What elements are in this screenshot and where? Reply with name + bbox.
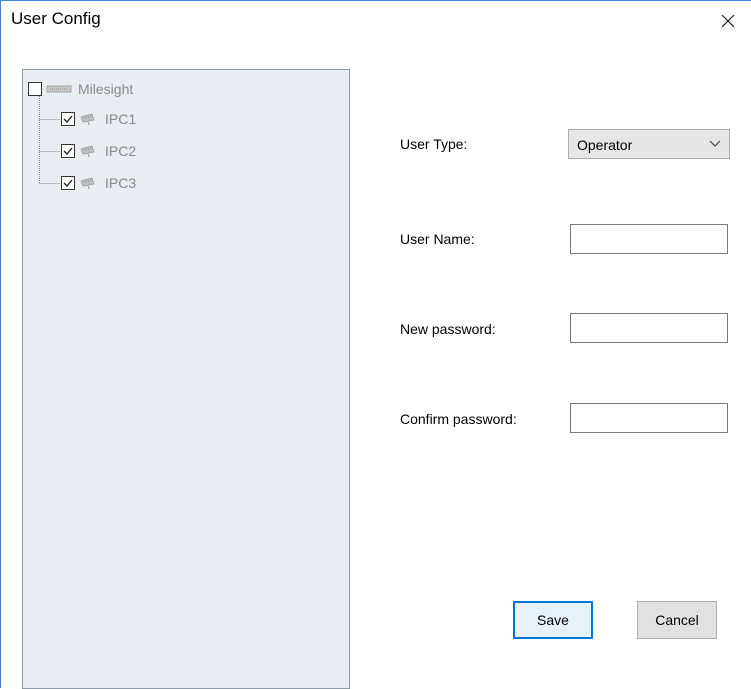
camera-icon <box>80 145 95 158</box>
tree-ipc2-label: IPC2 <box>105 143 137 159</box>
camera-icon <box>80 113 95 126</box>
tree-node-ipc3[interactable]: IPC3 <box>61 172 136 194</box>
user-type-select[interactable]: Operator <box>568 129 730 159</box>
tree-ipc3-label: IPC3 <box>105 175 137 191</box>
title-bar[interactable]: User Config <box>1 1 751 41</box>
checkmark-icon <box>63 147 73 155</box>
tree-node-ipc1[interactable]: IPC1 <box>61 108 136 130</box>
tree-node-ipc2[interactable]: IPC2 <box>61 140 136 162</box>
device-group-icon <box>46 85 72 93</box>
user-name-label: User Name: <box>400 231 475 247</box>
save-button[interactable]: Save <box>513 601 593 639</box>
tree-ipc3-checkbox[interactable] <box>61 176 75 190</box>
checkmark-icon <box>63 115 73 123</box>
camera-icon <box>80 177 95 190</box>
user-config-dialog: User Config Milesight IPC1 IPC2 IPC3 Use… <box>0 0 751 689</box>
tree-node-root[interactable]: Milesight <box>28 78 133 100</box>
close-button[interactable] <box>705 1 751 41</box>
close-icon <box>721 14 735 28</box>
device-tree[interactable]: Milesight IPC1 IPC2 IPC3 <box>22 69 350 689</box>
tree-root-label: Milesight <box>78 81 134 97</box>
user-name-input[interactable] <box>570 224 728 254</box>
user-type-value: Operator <box>577 137 633 153</box>
save-button-label: Save <box>537 612 569 628</box>
tree-ipc2-checkbox[interactable] <box>61 144 75 158</box>
tree-ipc1-checkbox[interactable] <box>61 112 75 126</box>
user-type-label: User Type: <box>400 136 468 152</box>
window-title: User Config <box>11 9 101 28</box>
confirm-password-label: Confirm password: <box>400 411 517 427</box>
confirm-password-input[interactable] <box>570 403 728 433</box>
cancel-button-label: Cancel <box>655 612 699 628</box>
tree-root-checkbox[interactable] <box>28 82 42 96</box>
chevron-down-icon <box>709 140 721 147</box>
cancel-button[interactable]: Cancel <box>637 601 717 639</box>
tree-ipc1-label: IPC1 <box>105 111 137 127</box>
new-password-input[interactable] <box>570 313 728 343</box>
checkmark-icon <box>63 179 73 187</box>
new-password-label: New password: <box>400 321 496 337</box>
